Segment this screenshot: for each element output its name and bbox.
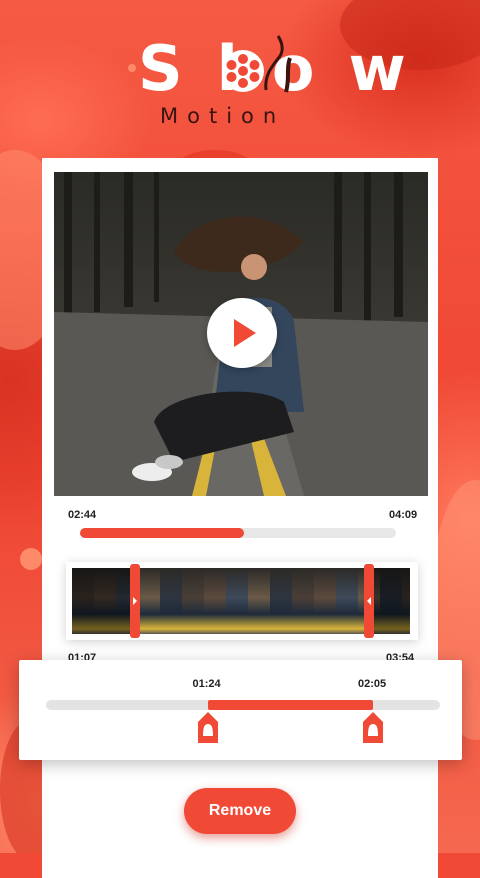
app-logo: Slow Motion	[138, 34, 406, 134]
filmstrip-frame	[182, 568, 204, 634]
filmstrip-dim-left	[72, 568, 134, 634]
arrow-left-icon	[367, 597, 371, 605]
trim-start-handle[interactable]	[130, 564, 140, 638]
filmstrip-frame	[138, 568, 160, 634]
filmstrip-dim-right	[374, 568, 410, 634]
range-end-label: 02:05	[358, 678, 387, 690]
play-button[interactable]	[207, 298, 277, 368]
logo-subtitle: Motion	[160, 104, 286, 128]
filmstrip-frame	[314, 568, 336, 634]
play-icon	[234, 319, 256, 347]
range-start-label: 01:24	[192, 678, 221, 690]
arrow-right-icon	[133, 597, 137, 605]
filmstrip-frame	[160, 568, 182, 634]
current-time: 02:44	[68, 509, 97, 521]
playback-progress-fill	[80, 528, 245, 538]
filmstrip-frame	[204, 568, 226, 634]
trim-end-handle[interactable]	[364, 564, 374, 638]
filmstrip-frame	[270, 568, 292, 634]
range-start-thumb[interactable]	[197, 712, 219, 744]
range-panel	[19, 660, 462, 760]
filmstrip[interactable]	[72, 568, 410, 634]
filmstrip-frame	[248, 568, 270, 634]
playback-seekbar[interactable]	[80, 528, 396, 538]
splash-drop	[128, 64, 136, 72]
snail-icon	[264, 35, 292, 93]
splash-drop	[20, 548, 42, 570]
range-slider-fill	[207, 700, 373, 710]
filmstrip-frame	[226, 568, 248, 634]
remove-button[interactable]: Remove	[184, 788, 296, 834]
range-end-thumb[interactable]	[362, 712, 384, 744]
total-time: 04:09	[389, 509, 418, 521]
filmstrip-frame	[292, 568, 314, 634]
filmstrip-frame	[336, 568, 358, 634]
